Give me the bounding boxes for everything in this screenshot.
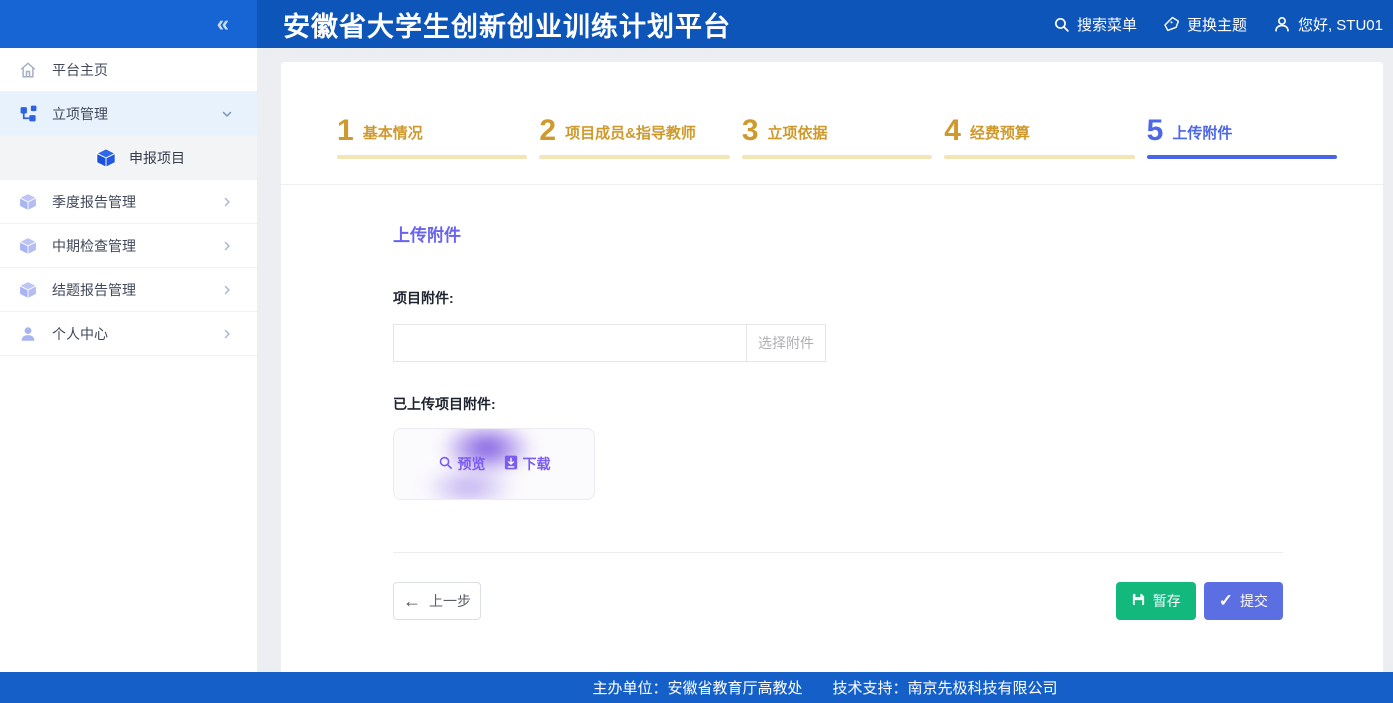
chevron-right-icon: [221, 284, 233, 296]
step-upload-attachments[interactable]: 5 上传附件: [1147, 118, 1337, 159]
header-actions: 搜索菜单 更换主题 您好, STU01: [1053, 14, 1393, 35]
previous-step-label: 上一步: [429, 591, 471, 611]
user-icon: [1273, 15, 1291, 33]
attachment-input-group: 选择附件: [393, 324, 826, 362]
app-header: « 安徽省大学生创新创业训练计划平台 搜索菜单 更换主题 您好, STU01: [0, 0, 1393, 48]
chevron-right-icon: [221, 240, 233, 252]
sidebar-item-midterm-check[interactable]: 中期检查管理: [0, 224, 257, 268]
step-underline: [944, 155, 1134, 159]
wizard-stepper: 1 基本情况 2 项目成员&指导教师 3 立项依据: [337, 118, 1337, 159]
cube-icon: [18, 280, 38, 300]
sidebar: 平台主页 立项管理 申报项目 季度报告管理 中期检查管理: [0, 48, 257, 672]
preview-label: 预览: [458, 454, 486, 474]
chevron-right-icon: [221, 328, 233, 340]
section-title: 上传附件: [393, 221, 1283, 246]
save-draft-label: 暂存: [1153, 591, 1181, 611]
step-underline: [742, 155, 932, 159]
preview-search-icon: [438, 455, 453, 473]
step-label: 立项依据: [768, 122, 828, 144]
uploaded-attachments-label: 已上传项目附件:: [393, 394, 1283, 414]
sidebar-item-apply-project[interactable]: 申报项目: [0, 136, 257, 180]
search-icon: [1053, 16, 1070, 33]
sidebar-item-label: 季度报告管理: [52, 192, 136, 212]
sidebar-header: «: [0, 0, 257, 48]
user-icon: [18, 324, 38, 344]
sidebar-item-label: 个人中心: [52, 324, 108, 344]
step-label: 经费预算: [970, 122, 1030, 144]
sidebar-item-label: 申报项目: [129, 148, 185, 168]
search-menu-label: 搜索菜单: [1077, 14, 1137, 35]
chevron-right-icon: [221, 196, 233, 208]
submit-label: 提交: [1240, 591, 1268, 611]
step-basic-info[interactable]: 1 基本情况: [337, 118, 527, 159]
step-number: 2: [539, 118, 556, 144]
sidebar-item-platform-home[interactable]: 平台主页: [0, 48, 257, 92]
step-project-basis[interactable]: 3 立项依据: [742, 118, 932, 159]
sidebar-collapse-icon[interactable]: «: [217, 13, 229, 35]
chevron-down-icon: [221, 108, 233, 120]
theme-tag-icon: [1163, 16, 1180, 33]
sidebar-item-label: 立项管理: [52, 104, 108, 124]
sidebar-item-label: 平台主页: [52, 60, 108, 80]
sidebar-item-label: 结题报告管理: [52, 280, 136, 300]
download-label: 下载: [523, 454, 551, 474]
cube-icon: [18, 192, 38, 212]
sidebar-item-quarterly-report[interactable]: 季度报告管理: [0, 180, 257, 224]
step-budget[interactable]: 4 经费预算: [944, 118, 1134, 159]
step-number: 3: [742, 118, 759, 144]
arrow-left-icon: ←: [403, 592, 421, 610]
form-card: 1 基本情况 2 项目成员&指导教师 3 立项依据: [281, 62, 1383, 672]
footer-support: 技术支持：南京先极科技有限公司: [833, 677, 1058, 698]
select-attachment-button[interactable]: 选择附件: [746, 324, 826, 362]
search-menu-button[interactable]: 搜索菜单: [1053, 14, 1137, 35]
cube-icon: [18, 236, 38, 256]
save-floppy-icon: [1131, 592, 1146, 610]
save-draft-button[interactable]: 暂存: [1116, 582, 1196, 620]
step-number: 5: [1147, 118, 1164, 144]
project-tree-icon: [18, 104, 38, 124]
attachment-filename-input[interactable]: [393, 324, 747, 362]
download-link[interactable]: 下载: [504, 454, 551, 474]
sidebar-item-final-report[interactable]: 结题报告管理: [0, 268, 257, 312]
step-label: 基本情况: [363, 122, 423, 144]
cube-icon: [95, 147, 117, 169]
step-underline: [337, 155, 527, 159]
preview-link[interactable]: 预览: [438, 454, 486, 474]
step-label: 上传附件: [1172, 122, 1232, 144]
previous-step-button[interactable]: ← 上一步: [393, 582, 481, 620]
step-underline: [1147, 155, 1337, 159]
step-number: 1: [337, 118, 354, 144]
uploaded-attachment-card: 预览 下载: [393, 428, 595, 500]
step-number: 4: [944, 118, 961, 144]
step-underline: [539, 155, 729, 159]
form-actions: ← 上一步 暂存 ✓ 提交: [393, 582, 1283, 620]
sidebar-item-label: 中期检查管理: [52, 236, 136, 256]
actions-divider: [393, 552, 1283, 553]
sidebar-item-personal-center[interactable]: 个人中心: [0, 312, 257, 356]
footer-organizer: 主办单位：安徽省教育厅高教处: [592, 677, 802, 698]
submit-button[interactable]: ✓ 提交: [1204, 582, 1283, 620]
sidebar-item-project-management[interactable]: 立项管理: [0, 92, 257, 136]
page-title: 安徽省大学生创新创业训练计划平台: [283, 5, 731, 44]
download-file-icon: [504, 455, 518, 473]
change-theme-label: 更换主题: [1187, 14, 1247, 35]
app-footer: 主办单位：安徽省教育厅高教处 技术支持：南京先极科技有限公司: [0, 672, 1393, 703]
user-menu[interactable]: 您好, STU01: [1273, 14, 1383, 35]
home-icon: [18, 60, 38, 80]
main-area: 1 基本情况 2 项目成员&指导教师 3 立项依据: [257, 48, 1393, 672]
attachment-field-label: 项目附件:: [393, 288, 1283, 308]
step-label: 项目成员&指导教师: [565, 122, 696, 144]
upload-section: 上传附件 项目附件: 选择附件 已上传项目附件: 预览: [281, 185, 1383, 620]
user-greeting: 您好, STU01: [1298, 14, 1383, 35]
change-theme-button[interactable]: 更换主题: [1163, 14, 1247, 35]
step-members-advisors[interactable]: 2 项目成员&指导教师: [539, 118, 729, 159]
check-icon: ✓: [1219, 592, 1233, 609]
